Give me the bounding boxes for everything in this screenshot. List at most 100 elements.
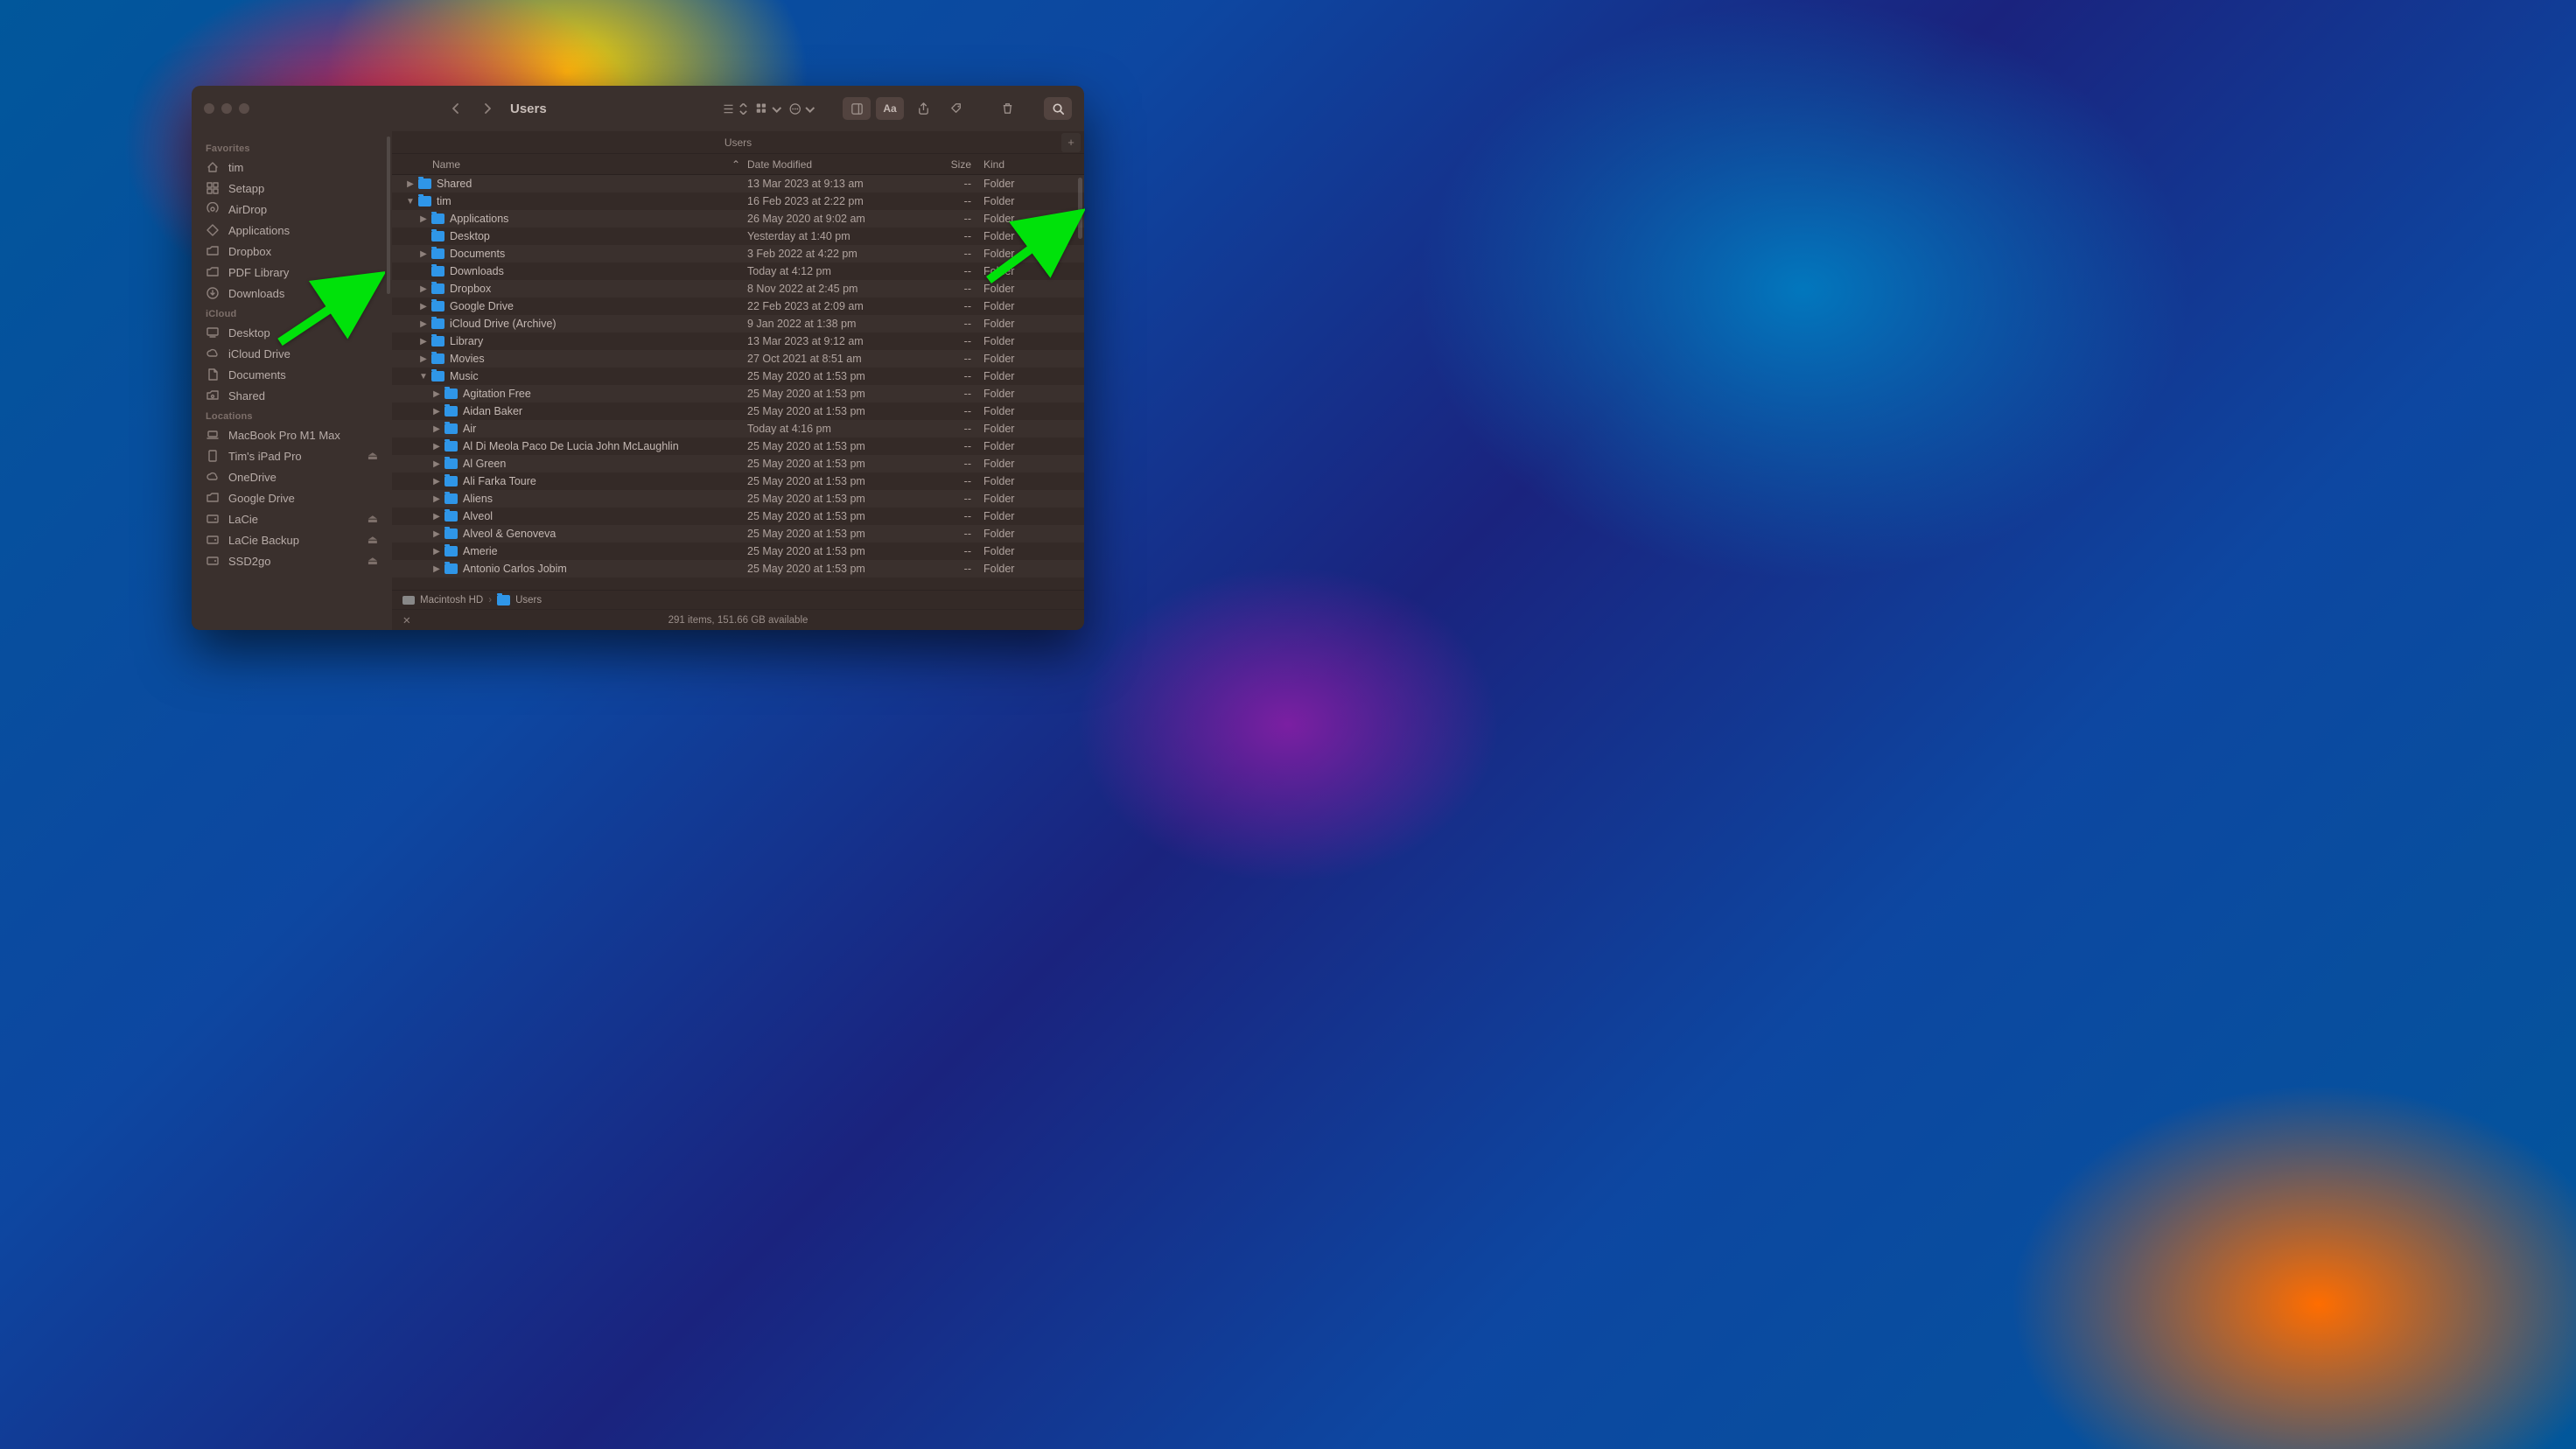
sort-ascending-icon: ⌃ [732,158,740,171]
sidebar-item-google-drive[interactable]: Google Drive [192,487,392,508]
sidebar-item-onedrive[interactable]: OneDrive [192,466,392,487]
file-row[interactable]: DesktopYesterday at 1:40 pm--Folder [392,228,1084,245]
disclosure-triangle-icon[interactable]: ▶ [418,319,429,329]
file-row[interactable]: ▶Al Di Meola Paco De Lucia John McLaughl… [392,438,1084,455]
search-button[interactable] [1044,97,1072,120]
file-row[interactable]: ▶Applications26 May 2020 at 9:02 am--Fol… [392,210,1084,228]
sidebar-item-airdrop[interactable]: AirDrop [192,199,392,220]
trash-button[interactable] [993,97,1021,120]
disclosure-triangle-icon[interactable]: ▶ [431,547,442,556]
disclosure-triangle-icon[interactable]: ▶ [431,512,442,522]
disclosure-triangle-icon[interactable]: ▶ [418,249,429,259]
sidebar-item-icloud-drive[interactable]: iCloud Drive [192,343,392,364]
sidebar-item-ssd2go[interactable]: SSD2go⏏ [192,550,392,571]
file-row[interactable]: ▶Google Drive22 Feb 2023 at 2:09 am--Fol… [392,298,1084,315]
column-name[interactable]: Name⌃ [392,158,747,171]
file-row[interactable]: ▶iCloud Drive (Archive)9 Jan 2022 at 1:3… [392,315,1084,332]
disclosure-triangle-icon[interactable]: ▶ [418,354,429,364]
disclosure-triangle-icon[interactable]: ▼ [405,197,416,206]
file-row[interactable]: ▶Dropbox8 Nov 2022 at 2:45 pm--Folder [392,280,1084,298]
tab-users[interactable]: Users [707,131,769,153]
sidebar-item-lacie-backup[interactable]: LaCie Backup⏏ [192,529,392,550]
file-row[interactable]: ▶Al Green25 May 2020 at 1:53 pm--Folder [392,455,1084,472]
view-group-button[interactable] [755,97,783,120]
sidebar-item-applications[interactable]: Applications [192,220,392,241]
disclosure-triangle-icon[interactable]: ▶ [431,407,442,416]
sidebar-item-tim[interactable]: tim [192,157,392,178]
disclosure-triangle-icon[interactable]: ▼ [418,372,429,382]
folder-icon [444,424,458,434]
sidebar-item-shared[interactable]: Shared [192,385,392,406]
zoom-window-button[interactable] [239,103,249,114]
disclosure-triangle-icon[interactable]: ▶ [418,284,429,294]
file-row[interactable]: ▶Alveol25 May 2020 at 1:53 pm--Folder [392,508,1084,525]
disclosure-triangle-icon[interactable]: ▶ [418,337,429,346]
sidebar-item-documents[interactable]: Documents [192,364,392,385]
sidebar-item-macbook-pro-m1-max[interactable]: MacBook Pro M1 Max [192,424,392,445]
sidebar[interactable]: FavoritestimSetappAirDropApplicationsDro… [192,131,392,630]
text-size-button[interactable]: Aa [876,97,904,120]
eject-icon[interactable]: ⏏ [368,533,378,547]
file-row[interactable]: ▶Amerie25 May 2020 at 1:53 pm--Folder [392,542,1084,560]
sidebar-section-header: Favorites [192,138,392,157]
forward-button[interactable] [475,96,500,121]
disclosure-triangle-icon[interactable]: ▶ [405,179,416,189]
path-folder[interactable]: Users [515,595,542,606]
file-name: Desktop [450,230,747,242]
file-row[interactable]: ▶Aliens25 May 2020 at 1:53 pm--Folder [392,490,1084,508]
tag-button[interactable] [942,97,970,120]
file-size: -- [905,283,984,295]
eject-icon[interactable]: ⏏ [368,449,378,463]
file-row[interactable]: DownloadsToday at 4:12 pm--Folder [392,262,1084,280]
file-row[interactable]: ▶Ali Farka Toure25 May 2020 at 1:53 pm--… [392,472,1084,490]
file-row[interactable]: ▶Antonio Carlos Jobim25 May 2020 at 1:53… [392,560,1084,578]
sidebar-item-pdf-library[interactable]: PDF Library [192,262,392,283]
sidebar-item-setapp[interactable]: Setapp [192,178,392,199]
file-size: -- [905,300,984,312]
disclosure-triangle-icon[interactable]: ▶ [431,529,442,539]
disclosure-triangle-icon[interactable]: ▶ [431,424,442,434]
minimize-window-button[interactable] [221,103,232,114]
back-button[interactable] [444,96,468,121]
file-row[interactable]: ▶Library13 Mar 2023 at 9:12 am--Folder [392,332,1084,350]
disclosure-triangle-icon[interactable]: ▶ [431,494,442,504]
file-list[interactable]: ▶Shared13 Mar 2023 at 9:13 am--Folder▼ti… [392,175,1084,590]
share-button[interactable] [909,97,937,120]
sidebar-item-dropbox[interactable]: Dropbox [192,241,392,262]
disclosure-triangle-icon[interactable]: ▶ [431,389,442,399]
view-list-button[interactable] [722,97,750,120]
action-menu-button[interactable] [788,97,816,120]
close-statusbar-button[interactable]: ✕ [402,614,411,626]
column-size[interactable]: Size [905,158,984,171]
file-row[interactable]: ▶Alveol & Genoveva25 May 2020 at 1:53 pm… [392,525,1084,542]
sidebar-item-tim-s-ipad-pro[interactable]: Tim's iPad Pro⏏ [192,445,392,466]
sidebar-item-downloads[interactable]: Downloads [192,283,392,304]
file-row[interactable]: ▶Shared13 Mar 2023 at 9:13 am--Folder [392,175,1084,192]
eject-icon[interactable]: ⏏ [368,512,378,526]
eject-icon[interactable]: ⏏ [368,554,378,568]
disclosure-triangle-icon[interactable]: ▶ [431,477,442,486]
disclosure-triangle-icon[interactable]: ▶ [418,214,429,224]
file-size: -- [905,318,984,330]
path-root[interactable]: Macintosh HD [420,595,483,606]
file-row[interactable]: ▶Documents3 Feb 2022 at 4:22 pm--Folder [392,245,1084,262]
disclosure-triangle-icon[interactable]: ▶ [431,564,442,574]
sidebar-item-desktop[interactable]: Desktop [192,322,392,343]
new-tab-button[interactable]: + [1061,133,1081,152]
disclosure-triangle-icon[interactable]: ▶ [431,459,442,469]
file-row[interactable]: ▼Music25 May 2020 at 1:53 pm--Folder [392,368,1084,385]
file-row[interactable]: ▶AirToday at 4:16 pm--Folder [392,420,1084,438]
disclosure-triangle-icon[interactable]: ▶ [418,302,429,312]
column-date[interactable]: Date Modified [747,158,905,171]
file-row[interactable]: ▶Aidan Baker25 May 2020 at 1:53 pm--Fold… [392,402,1084,420]
disclosure-triangle-icon[interactable]: ▶ [431,442,442,452]
column-kind[interactable]: Kind [984,158,1084,171]
file-row[interactable]: ▶Agitation Free25 May 2020 at 1:53 pm--F… [392,385,1084,402]
ipad-icon [206,449,220,463]
preview-pane-button[interactable] [843,97,871,120]
file-row[interactable]: ▼tim16 Feb 2023 at 2:22 pm--Folder [392,192,1084,210]
sidebar-item-lacie[interactable]: LaCie⏏ [192,508,392,529]
file-kind: Folder [984,283,1084,295]
close-window-button[interactable] [204,103,214,114]
file-row[interactable]: ▶Movies27 Oct 2021 at 8:51 am--Folder [392,350,1084,368]
